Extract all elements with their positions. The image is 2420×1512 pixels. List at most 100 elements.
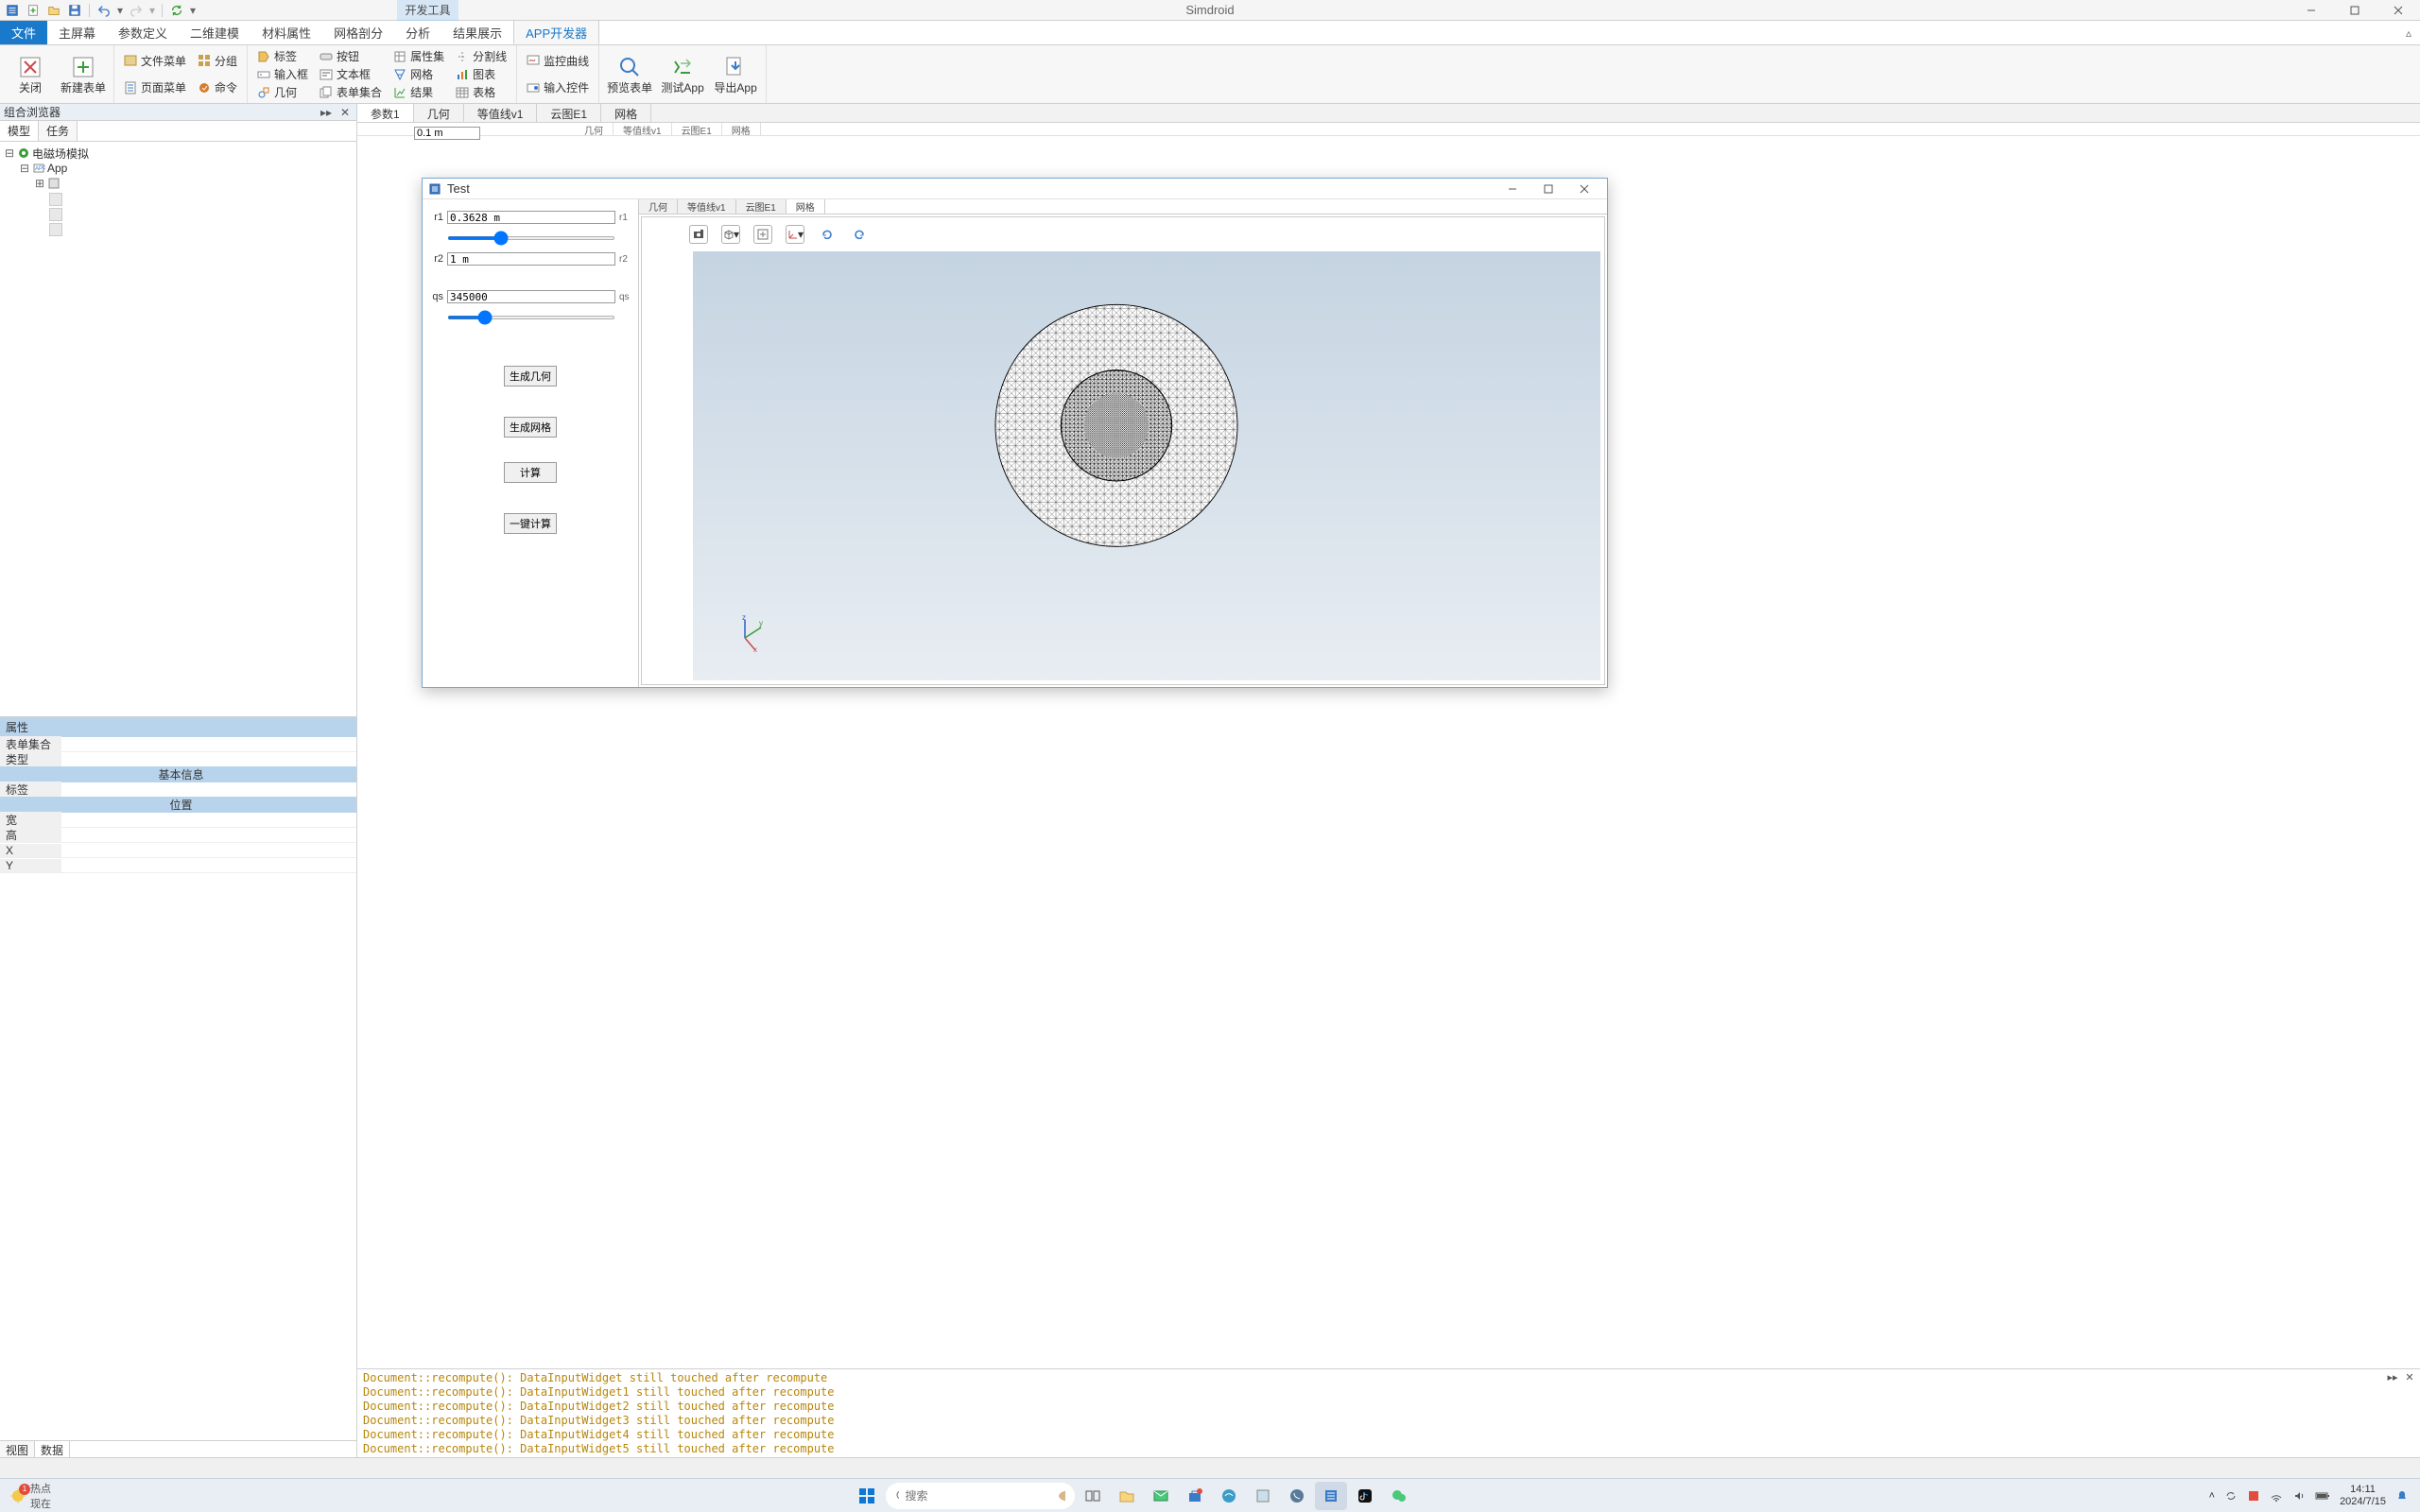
close-button-ribbon[interactable]: 关闭 [4, 47, 57, 101]
inner-tab-contour[interactable]: 等值线v1 [614, 123, 672, 135]
taskbar-app1[interactable] [1213, 1482, 1245, 1510]
input-box-button[interactable]: 输入框 [253, 65, 312, 83]
param-input-qs[interactable] [447, 290, 615, 303]
log-next-icon[interactable]: ▸▸ [2386, 1371, 2399, 1383]
rotate-cw-icon[interactable] [850, 225, 869, 244]
save-icon[interactable] [66, 2, 83, 19]
inner-tab-cloud[interactable]: 云图E1 [672, 123, 722, 135]
model-tree[interactable]: ⊟ 电磁场模拟 ⊟ APP App ⊞ [0, 142, 356, 716]
inner-tab-mesh[interactable]: 网格 [722, 123, 761, 135]
tray-app-icon[interactable] [2247, 1489, 2260, 1503]
command-button[interactable]: 命令 [194, 78, 241, 96]
panel-next-icon[interactable]: ▸▸ [319, 106, 334, 119]
taskbar-store[interactable] [1179, 1482, 1211, 1510]
redo-icon[interactable] [128, 2, 145, 19]
compute-button[interactable]: 计算 [504, 462, 557, 483]
taskbar-douyin[interactable] [1349, 1482, 1381, 1510]
tray-sync-icon[interactable] [2224, 1489, 2238, 1503]
doc-tab-params[interactable]: 参数1 [357, 104, 414, 122]
ribbon-tab-analysis[interactable]: 分析 [394, 21, 441, 44]
param-input-r2[interactable] [447, 252, 615, 266]
refresh-icon[interactable] [168, 2, 185, 19]
tree-app[interactable]: ⊟ APP App [4, 161, 353, 176]
monitor-curve-button[interactable]: 监控曲线 [523, 52, 593, 70]
page-menu-button[interactable]: 页面菜单 [120, 78, 190, 96]
doc-tab-geom[interactable]: 几何 [414, 104, 464, 122]
dialog-titlebar[interactable]: Test [423, 179, 1607, 199]
new-form-button[interactable]: 新建表单 [57, 47, 110, 101]
log-close-icon[interactable]: ✕ [2403, 1371, 2416, 1383]
bg-input[interactable] [414, 127, 480, 140]
dialog-tab-cloud[interactable]: 云图E1 [736, 199, 786, 214]
one-click-button[interactable]: 一键计算 [504, 513, 557, 534]
weather-widget[interactable]: 1 热点 现在 [9, 1481, 51, 1511]
preview-form-button[interactable]: 预览表单 [603, 47, 656, 101]
panel-tab-task[interactable]: 任务 [39, 121, 78, 141]
text-box-button[interactable]: 文本框 [316, 65, 386, 83]
group-button[interactable]: 分组 [194, 52, 241, 70]
mesh-viewport[interactable]: z y x [693, 251, 1600, 680]
ribbon-collapse-icon[interactable]: ▵ [2397, 21, 2420, 44]
tray-volume-icon[interactable] [2292, 1489, 2306, 1503]
redo-dropdown-icon[interactable]: ▾ [148, 2, 156, 19]
start-button[interactable] [850, 1482, 884, 1510]
taskbar-wechat[interactable] [1383, 1482, 1415, 1510]
axes-select-icon[interactable]: ▾ [786, 225, 804, 244]
inner-tab-geom[interactable]: 几何 [575, 123, 614, 135]
input-control-button[interactable]: 输入控件 [523, 78, 593, 96]
tray-wifi-icon[interactable] [2270, 1489, 2283, 1503]
gen-mesh-button[interactable]: 生成网格 [504, 417, 557, 438]
new-icon[interactable] [25, 2, 42, 19]
taskbar-taskview[interactable] [1077, 1482, 1109, 1510]
label-button[interactable]: 标签 [253, 47, 312, 65]
ribbon-tab-params[interactable]: 参数定义 [107, 21, 179, 44]
undo-dropdown-icon[interactable]: ▾ [116, 2, 124, 19]
taskbar-search[interactable] [886, 1483, 1075, 1509]
ribbon-tab-file[interactable]: 文件 [0, 21, 47, 44]
dialog-minimize-button[interactable] [1495, 180, 1530, 198]
tray-clock[interactable]: 14:11 2024/7/15 [2340, 1484, 2386, 1506]
dialog-close-button[interactable] [1567, 180, 1601, 198]
doc-tab-cloud[interactable]: 云图E1 [537, 104, 601, 122]
collapse-icon[interactable]: ⊟ [19, 162, 30, 175]
dialog-tab-geom[interactable]: 几何 [639, 199, 678, 214]
refresh-dropdown-icon[interactable]: ▾ [189, 2, 197, 19]
param-input-r1[interactable] [447, 211, 615, 224]
taskbar-search-input[interactable] [905, 1489, 1051, 1503]
tree-root[interactable]: ⊟ 电磁场模拟 [4, 146, 353, 161]
chart-button[interactable]: 图表 [452, 65, 510, 83]
property-set-button[interactable]: 属性集 [389, 47, 448, 65]
file-menu-button[interactable]: 文件菜单 [120, 52, 190, 70]
bottom-tab-view[interactable]: 视图 [0, 1441, 35, 1457]
rotate-ccw-icon[interactable] [818, 225, 837, 244]
undo-icon[interactable] [95, 2, 112, 19]
ribbon-tab-results[interactable]: 结果展示 [441, 21, 513, 44]
gen-geometry-button[interactable]: 生成几何 [504, 366, 557, 387]
param-slider-r1[interactable] [447, 236, 615, 240]
taskbar-app3[interactable] [1281, 1482, 1313, 1510]
dialog-tab-contour[interactable]: 等值线v1 [678, 199, 736, 214]
collapse-icon[interactable]: ⊟ [4, 146, 15, 160]
test-app-button[interactable]: 测试App [656, 47, 709, 101]
panel-close-icon[interactable]: ✕ [337, 106, 353, 119]
expand-icon[interactable]: ⊞ [34, 177, 45, 190]
ribbon-tab-app-dev[interactable]: APP开发器 [513, 21, 599, 44]
button-button[interactable]: 按钮 [316, 47, 386, 65]
ribbon-tab-material[interactable]: 材料属性 [251, 21, 322, 44]
tray-battery-icon[interactable] [2315, 1489, 2330, 1503]
dialog-maximize-button[interactable] [1531, 180, 1565, 198]
ribbon-tab-2d[interactable]: 二维建模 [179, 21, 251, 44]
tree-child[interactable]: ⊞ [4, 176, 353, 191]
tray-chevron-icon[interactable]: ˄ [2209, 1490, 2215, 1502]
form-collection-button[interactable]: 表单集合 [316, 83, 386, 101]
minimize-button[interactable] [2290, 0, 2333, 21]
mesh-button[interactable]: 网格 [389, 65, 448, 83]
bottom-tab-data[interactable]: 数据 [35, 1441, 70, 1457]
export-app-button[interactable]: 导出App [709, 47, 762, 101]
tray-notifications-icon[interactable] [2395, 1489, 2409, 1503]
param-slider-qs[interactable] [447, 316, 615, 319]
taskbar-mail[interactable] [1145, 1482, 1177, 1510]
taskbar-explorer[interactable] [1111, 1482, 1143, 1510]
close-button[interactable] [2377, 0, 2420, 21]
maximize-button[interactable] [2333, 0, 2377, 21]
